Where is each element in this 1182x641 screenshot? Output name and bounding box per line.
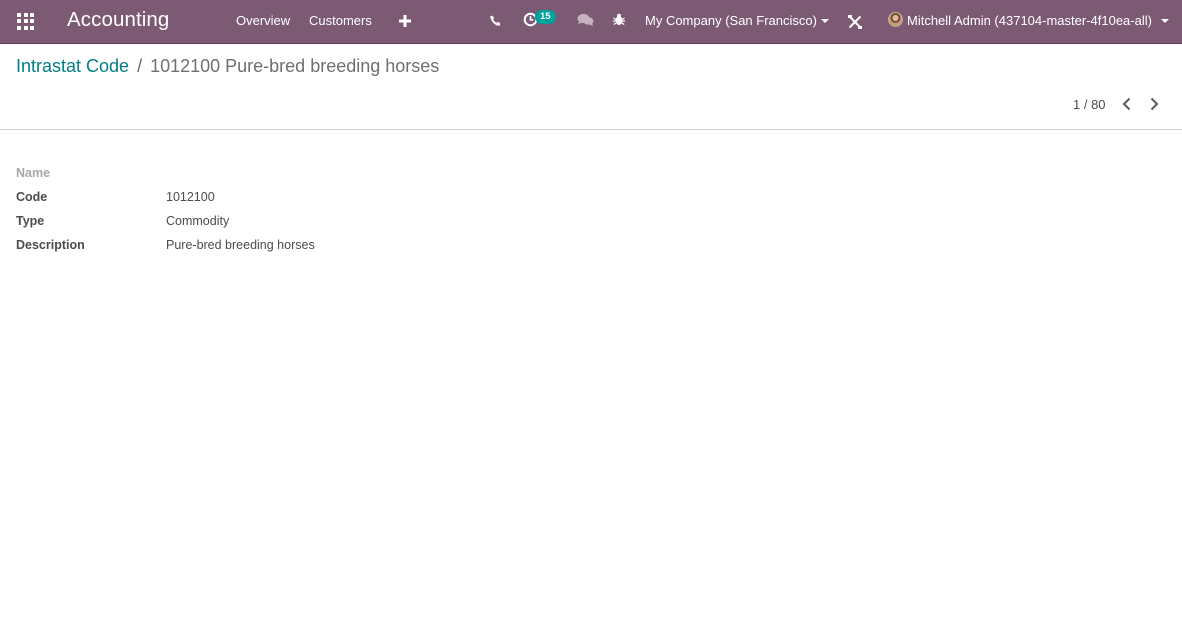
menu-item-overview[interactable]: Overview [236,13,290,28]
pager-previous-button[interactable] [1119,96,1135,112]
field-value-code: 1012100 [166,190,215,204]
breadcrumb-separator: / [137,56,143,76]
apps-grid-icon[interactable] [17,13,34,30]
field-label-description: Description [16,238,85,252]
user-menu[interactable]: Mitchell Admin (437104-master-4f10ea-all… [907,13,1152,28]
field-value-type: Commodity [166,214,230,228]
top-navbar: Accounting Overview Customers 15 My Comp… [0,0,1182,44]
breadcrumb-parent-link[interactable]: Intrastat Code [16,56,129,76]
user-avatar[interactable] [888,12,903,27]
tools-icon[interactable] [848,15,862,34]
pager-next-button[interactable] [1146,96,1162,112]
plus-icon[interactable] [399,14,411,32]
field-label-name: Name [16,166,51,180]
field-label-code: Code [16,190,48,204]
bug-icon[interactable] [613,13,625,31]
field-value-description: Pure-bred breeding horses [166,238,315,252]
company-switcher[interactable]: My Company (San Francisco) [645,13,817,28]
pager-value[interactable]: 1 / 80 [1073,97,1106,112]
activity-count-badge: 15 [535,10,556,24]
phone-icon[interactable] [490,14,502,32]
user-caret-icon[interactable] [1161,19,1169,23]
chevron-left-icon [1122,97,1131,111]
field-label-type: Type [16,214,45,228]
chat-icon[interactable] [577,13,594,32]
app-title[interactable]: Accounting [67,8,169,32]
company-caret-icon[interactable] [821,19,829,23]
chevron-right-icon [1150,97,1159,111]
breadcrumb: Intrastat Code / 1012100 Pure-bred breedin… [16,56,439,77]
breadcrumb-current: 1012100 Pure-bred breeding horses [150,56,440,76]
control-panel-divider [0,129,1182,130]
menu-item-customers[interactable]: Customers [309,13,372,28]
